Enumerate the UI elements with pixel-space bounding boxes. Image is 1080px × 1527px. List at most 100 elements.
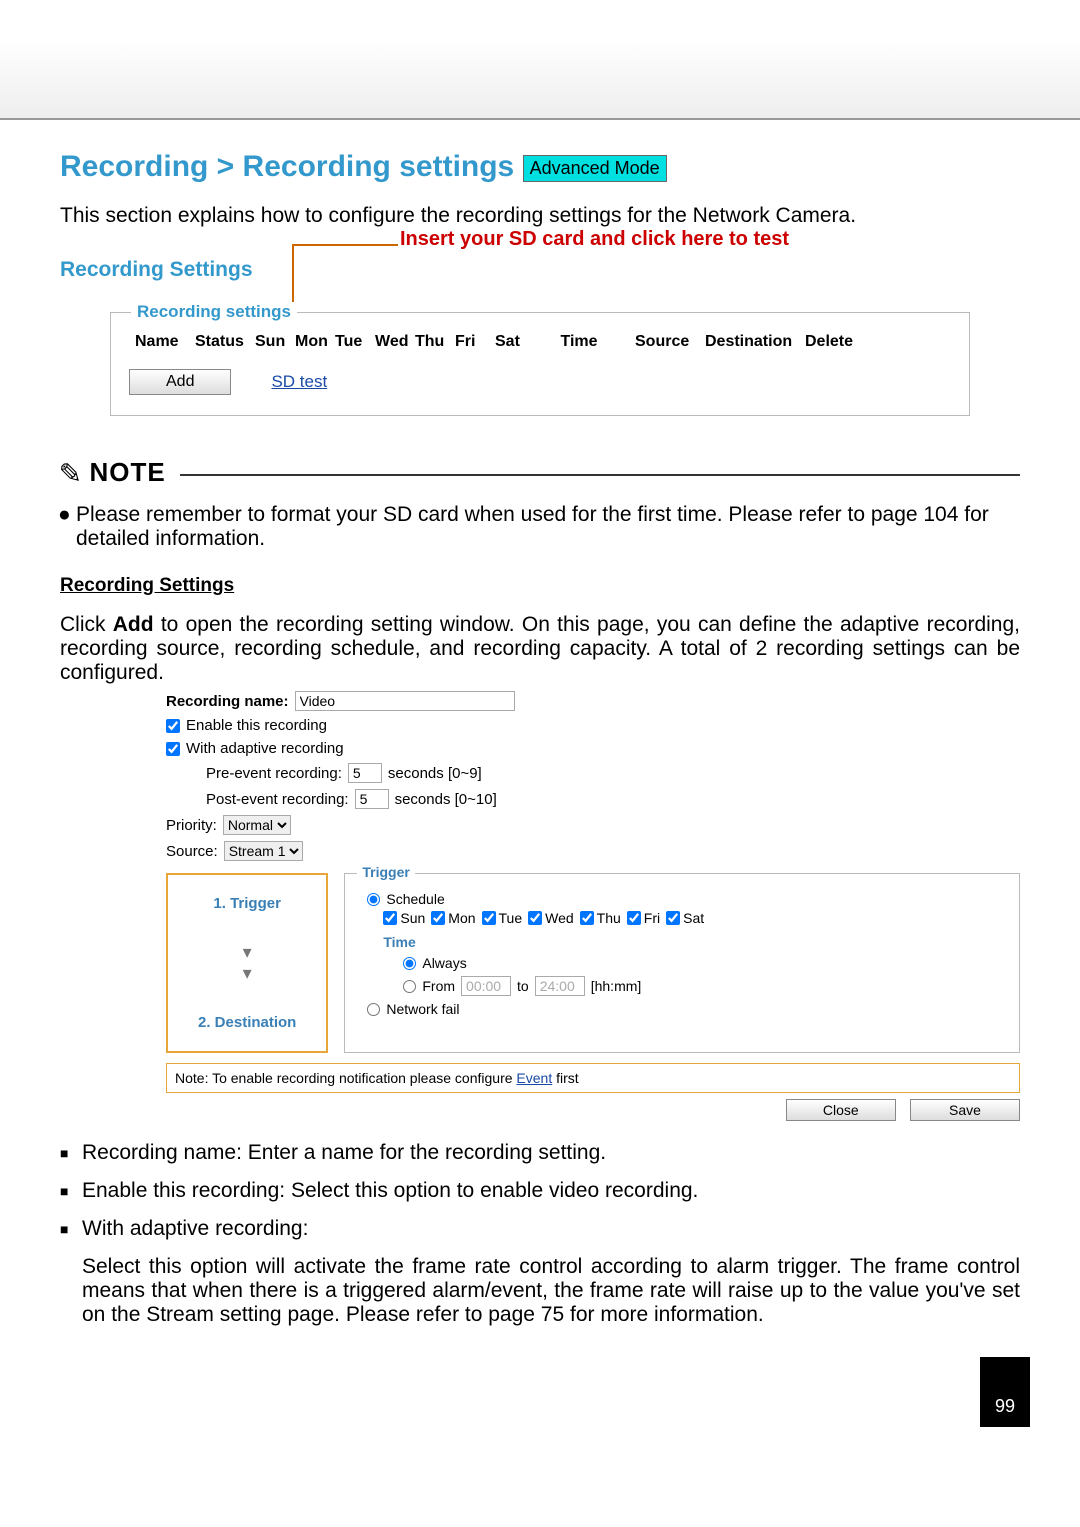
to-time-input[interactable] (535, 976, 585, 996)
network-fail-label: Network fail (386, 1001, 459, 1017)
recording-settings-underline-heading: Recording Settings (60, 575, 1020, 597)
page-title: Recording > Recording settings Advanced … (60, 150, 1020, 184)
col-sun: Sun (249, 329, 289, 355)
event-note-box: Note: To enable recording notification p… (166, 1063, 1020, 1093)
priority-label: Priority: (166, 817, 217, 834)
always-label: Always (422, 955, 466, 971)
col-source: Source (629, 329, 699, 355)
source-label: Source: (166, 843, 218, 860)
note-body: ●Please remember to format your SD card … (60, 503, 1020, 551)
recording-settings-fieldset: Recording settings Name Status Sun Mon T… (110, 312, 970, 416)
col-name: Name (129, 329, 189, 355)
post-event-label: Post-event recording: (206, 791, 349, 808)
priority-select[interactable]: Normal (223, 815, 291, 835)
sd-test-callout: Insert your SD card and click here to te… (400, 228, 789, 251)
top-bar (0, 40, 1080, 120)
recording-name-label: Recording name: (166, 693, 289, 710)
col-mon: Mon (289, 329, 329, 355)
leader-line-v (292, 244, 294, 304)
save-button[interactable]: Save (910, 1099, 1020, 1121)
from-label: From (422, 978, 455, 994)
list-item-body: Select this option will activate the fra… (60, 1255, 1020, 1327)
col-tue: Tue (329, 329, 369, 355)
sun-label: Sun (400, 910, 425, 926)
page-number: 99 (980, 1357, 1030, 1427)
recording-settings-paragraph: Click Add to open the recording setting … (60, 613, 1020, 685)
step-destination-label[interactable]: 2. Destination (198, 1014, 296, 1031)
enable-recording-checkbox[interactable] (166, 719, 180, 733)
source-select[interactable]: Stream 1 (224, 841, 303, 861)
mon-label: Mon (448, 910, 475, 926)
fri-checkbox[interactable] (627, 911, 641, 925)
intro-paragraph: This section explains how to configure t… (60, 204, 1020, 228)
post-event-input[interactable] (355, 789, 389, 809)
page-title-text: Recording > Recording settings (60, 150, 514, 183)
adaptive-recording-label: With adaptive recording (186, 740, 344, 757)
hhmm-hint: [hh:mm] (591, 978, 642, 994)
list-item: Recording name: Enter a name for the rec… (60, 1141, 1020, 1165)
sun-checkbox[interactable] (383, 911, 397, 925)
explanation-list: Recording name: Enter a name for the rec… (60, 1141, 1020, 1327)
mon-checkbox[interactable] (431, 911, 445, 925)
always-radio[interactable] (403, 957, 416, 970)
sat-checkbox[interactable] (666, 911, 680, 925)
to-label: to (517, 978, 529, 994)
trigger-legend: Trigger (357, 864, 414, 880)
thu-label: Thu (597, 910, 621, 926)
adaptive-recording-checkbox[interactable] (166, 742, 180, 756)
from-radio[interactable] (403, 980, 416, 993)
wed-checkbox[interactable] (528, 911, 542, 925)
sat-label: Sat (683, 910, 704, 926)
schedule-label: Schedule (386, 891, 444, 907)
col-status: Status (189, 329, 249, 355)
days-row: Sun Mon Tue Wed Thu Fri Sat (383, 910, 1005, 926)
col-sat: Sat (489, 329, 529, 355)
from-time-input[interactable] (461, 976, 511, 996)
list-item: Enable this recording: Select this optio… (60, 1179, 1020, 1203)
thu-checkbox[interactable] (580, 911, 594, 925)
pre-event-label: Pre-event recording: (206, 765, 342, 782)
fieldset-legend: Recording settings (131, 302, 297, 322)
note-heading: ✎ NOTE (60, 456, 1020, 489)
advanced-mode-tag: Advanced Mode (523, 155, 667, 182)
tue-label: Tue (499, 910, 523, 926)
fri-label: Fri (644, 910, 660, 926)
col-fri: Fri (449, 329, 489, 355)
sd-test-link[interactable]: SD test (271, 372, 327, 392)
event-link[interactable]: Event (516, 1070, 552, 1086)
post-event-hint: seconds [0~10] (395, 791, 497, 808)
col-wed: Wed (369, 329, 409, 355)
note-body-text: Please remember to format your SD card w… (76, 503, 989, 550)
network-fail-radio[interactable] (367, 1003, 380, 1016)
steps-box: 1. Trigger ▾▾ 2. Destination (166, 873, 328, 1053)
recording-name-input[interactable] (295, 691, 515, 711)
col-thu: Thu (409, 329, 449, 355)
time-heading: Time (383, 934, 1005, 950)
step-trigger-label[interactable]: 1. Trigger (213, 895, 281, 912)
col-destination: Destination (699, 329, 799, 355)
close-button[interactable]: Close (786, 1099, 896, 1121)
schedule-radio[interactable] (367, 893, 380, 906)
rs-para-prefix: Click (60, 613, 113, 636)
note-rule (180, 474, 1020, 476)
col-delete: Delete (799, 329, 859, 355)
rs-para-add: Add (113, 613, 154, 636)
pre-event-input[interactable] (348, 763, 382, 783)
wed-label: Wed (545, 910, 574, 926)
enable-recording-label: Enable this recording (186, 717, 327, 734)
recording-settings-heading: Recording Settings (60, 258, 1020, 282)
event-note-suffix: first (552, 1070, 578, 1086)
trigger-fieldset: Trigger Schedule Sun Mon Tue Wed Thu Fri… (344, 873, 1020, 1053)
event-note-prefix: Note: To enable recording notification p… (175, 1070, 516, 1086)
col-time: Time (529, 329, 629, 355)
list-item: With adaptive recording: (60, 1217, 1020, 1241)
chevron-down-icon: ▾▾ (243, 942, 252, 984)
table-header: Name Status Sun Mon Tue Wed Thu Fri Sat … (129, 329, 951, 355)
leader-line-h (292, 244, 398, 246)
note-word: NOTE (89, 457, 165, 488)
pre-event-hint: seconds [0~9] (388, 765, 482, 782)
rs-para-rest: to open the recording setting window. On… (60, 613, 1020, 684)
tue-checkbox[interactable] (482, 911, 496, 925)
add-button[interactable]: Add (129, 369, 231, 395)
recording-form-screenshot: Recording name: Enable this recording Wi… (166, 691, 1020, 1121)
